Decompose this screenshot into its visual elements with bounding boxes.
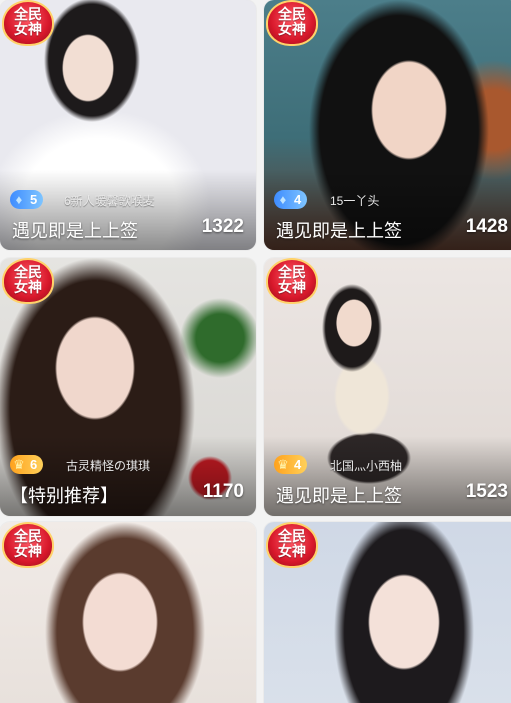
host-nickname: 北国灬小西柚 bbox=[330, 459, 403, 473]
live-room-card[interactable]: 全民 女神 ♦ 4 15一丫头 遇见即是上上签 1428 bbox=[264, 0, 511, 250]
live-room-card[interactable]: 全民 女神 ♛ 4 北国灬小西柚 遇见即是上上签 1523 bbox=[264, 258, 511, 516]
host-nickname: 古灵精怪の琪琪 bbox=[66, 459, 151, 473]
goddess-badge: 全民 女神 bbox=[266, 0, 318, 46]
level-number: 5 bbox=[30, 192, 38, 207]
badge-text: 全民 女神 bbox=[14, 6, 42, 37]
badge-text: 全民 女神 bbox=[278, 528, 306, 559]
goddess-badge: 全民 女神 bbox=[2, 0, 54, 46]
live-room-grid: 全民 女神 ♦ 5 6新人暖馨歌喉麦 遇见即是上上签 1322 全民 女神 ♦ 4 … bbox=[0, 0, 511, 703]
viewer-count: 1170 bbox=[202, 481, 244, 502]
crown-icon: ♛ bbox=[277, 456, 289, 472]
live-room-card[interactable]: 全民 女神 ♦ 5 6新人暖馨歌喉麦 遇见即是上上签 1322 bbox=[0, 0, 256, 250]
badge-text: 全民 女神 bbox=[278, 6, 306, 37]
live-room-card[interactable]: 全民 女神 bbox=[264, 522, 511, 703]
diamond-icon: ♦ bbox=[15, 192, 23, 207]
viewer-count: 1428 bbox=[465, 216, 508, 237]
level-number: 4 bbox=[294, 192, 302, 207]
level-badge: ♛ 6 bbox=[10, 455, 44, 474]
host-nickname: 6新人暖馨歌喉麦 bbox=[64, 194, 155, 208]
room-title: 【特别推荐】 bbox=[10, 486, 118, 506]
diamond-icon: ♦ bbox=[279, 192, 287, 207]
badge-text: 全民 女神 bbox=[14, 528, 42, 559]
room-title: 遇见即是上上签 bbox=[276, 486, 402, 506]
goddess-badge: 全民 女神 bbox=[2, 258, 54, 304]
live-room-card[interactable]: 全民 女神 ♛ 6 古灵精怪の琪琪 【特别推荐】 1170 bbox=[0, 258, 256, 516]
room-title: 遇见即是上上签 bbox=[12, 221, 138, 241]
live-room-card[interactable]: 全民 女神 bbox=[0, 522, 256, 703]
goddess-badge: 全民 女神 bbox=[2, 522, 54, 568]
badge-text: 全民 女神 bbox=[14, 264, 42, 295]
host-nickname: 15一丫头 bbox=[330, 194, 380, 208]
level-number: 4 bbox=[294, 457, 302, 472]
level-badge: ♛ 4 bbox=[274, 455, 308, 474]
goddess-badge: 全民 女神 bbox=[266, 522, 318, 568]
badge-text: 全民 女神 bbox=[278, 264, 306, 295]
room-title: 遇见即是上上签 bbox=[276, 221, 402, 241]
level-number: 6 bbox=[30, 457, 38, 472]
viewer-count: 1322 bbox=[201, 216, 244, 237]
crown-icon: ♛ bbox=[13, 456, 25, 472]
level-badge: ♦ 5 bbox=[10, 190, 44, 209]
viewer-count: 1523 bbox=[465, 481, 508, 502]
level-badge: ♦ 4 bbox=[274, 190, 308, 209]
goddess-badge: 全民 女神 bbox=[266, 258, 318, 304]
